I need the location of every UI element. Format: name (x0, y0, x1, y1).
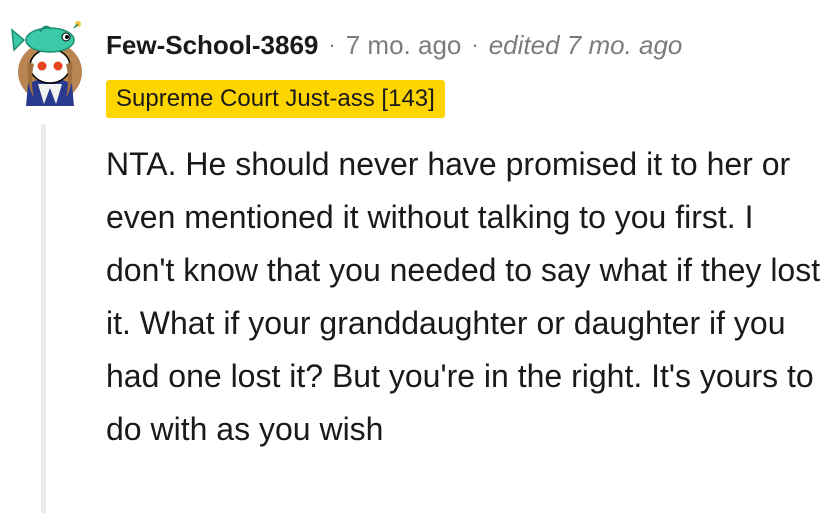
comment-body: NTA. He should never have promised it to… (106, 146, 821, 447)
thread-line[interactable] (41, 124, 46, 513)
username-link[interactable]: Few-School-3869 (106, 27, 318, 63)
meta-separator: · (328, 32, 336, 57)
comment-meta: Few-School-3869 · 7 mo. ago · edited 7 m… (106, 27, 682, 63)
comment: Few-School-3869 · 7 mo. ago · edited 7 m… (0, 0, 832, 513)
meta-separator: · (471, 32, 479, 57)
timestamp[interactable]: 7 mo. ago (346, 27, 462, 63)
user-flair: Supreme Court Just-ass [143] (106, 80, 445, 118)
snoo-avatar-icon[interactable] (8, 14, 92, 106)
edited-label: edited 7 mo. ago (488, 30, 683, 60)
